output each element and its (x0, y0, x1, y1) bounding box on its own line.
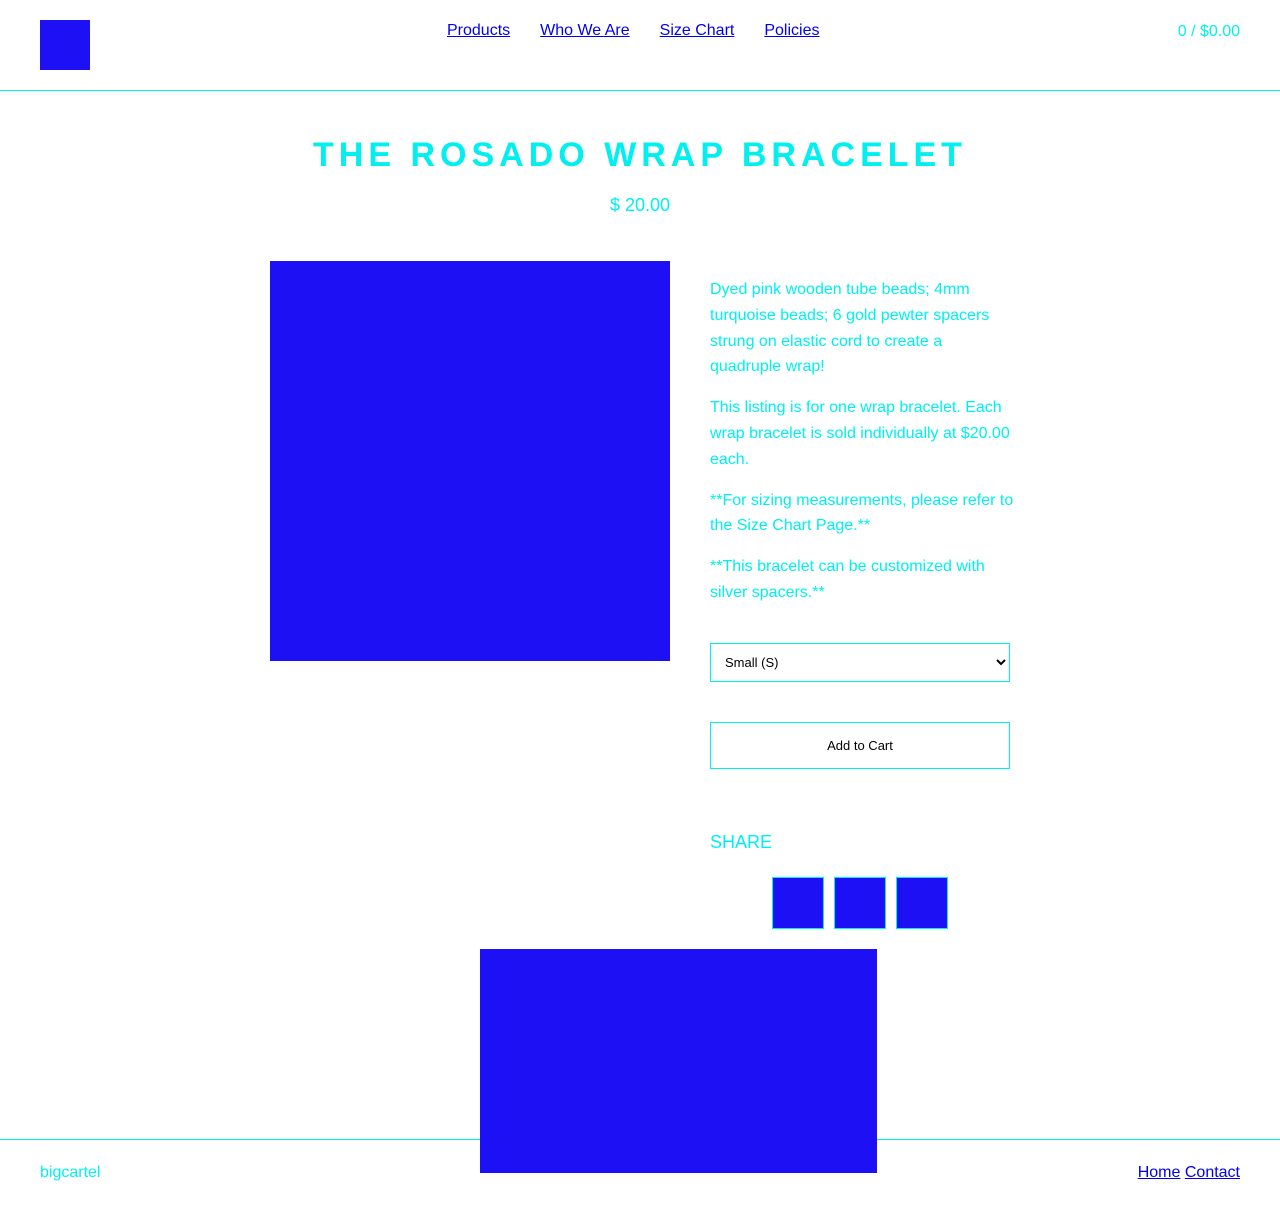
footer-link-home[interactable]: Home (1138, 1164, 1181, 1181)
footer-links: Home Contact (1138, 1164, 1240, 1182)
product-title: THE ROSADO WRAP BRACELET (313, 136, 967, 174)
nav-link-products[interactable]: Products (447, 22, 510, 40)
store-logo[interactable] (40, 20, 90, 70)
product-description: Dyed pink wooden tube beads; 4mm turquoi… (710, 277, 1015, 621)
description-paragraph: **This bracelet can be customized with s… (710, 558, 985, 601)
share-icon[interactable] (896, 877, 948, 929)
main-nav: Products Who We Are Size Chart Policies (447, 22, 820, 40)
footer-link-contact[interactable]: Contact (1185, 1164, 1240, 1181)
overlay-block (480, 949, 877, 1173)
share-icon[interactable] (772, 877, 824, 929)
nav-link-policies[interactable]: Policies (764, 22, 819, 40)
add-to-cart-button[interactable]: Add to Cart (710, 722, 1010, 769)
share-icon[interactable] (834, 877, 886, 929)
description-paragraph: Dyed pink wooden tube beads; 4mm turquoi… (710, 281, 990, 376)
nav-link-size-chart[interactable]: Size Chart (660, 22, 735, 40)
size-option-select[interactable]: Small (S) (710, 643, 1010, 682)
share-heading: SHARE (710, 832, 773, 852)
description-paragraph: **For sizing measurements, please refer … (710, 491, 1014, 535)
product-price: $ 20.00 (609, 195, 671, 215)
share-icons (772, 877, 948, 929)
cart-summary-link[interactable]: 0 / $0.00 (1178, 23, 1240, 41)
description-paragraph: This listing is for one wrap bracelet. E… (710, 399, 1010, 468)
footer-brand[interactable]: bigcartel (40, 1164, 100, 1182)
site-header: Products Who We Are Size Chart Policies … (0, 0, 1280, 91)
product-image[interactable] (270, 261, 670, 661)
nav-link-who-we-are[interactable]: Who We Are (540, 22, 630, 40)
